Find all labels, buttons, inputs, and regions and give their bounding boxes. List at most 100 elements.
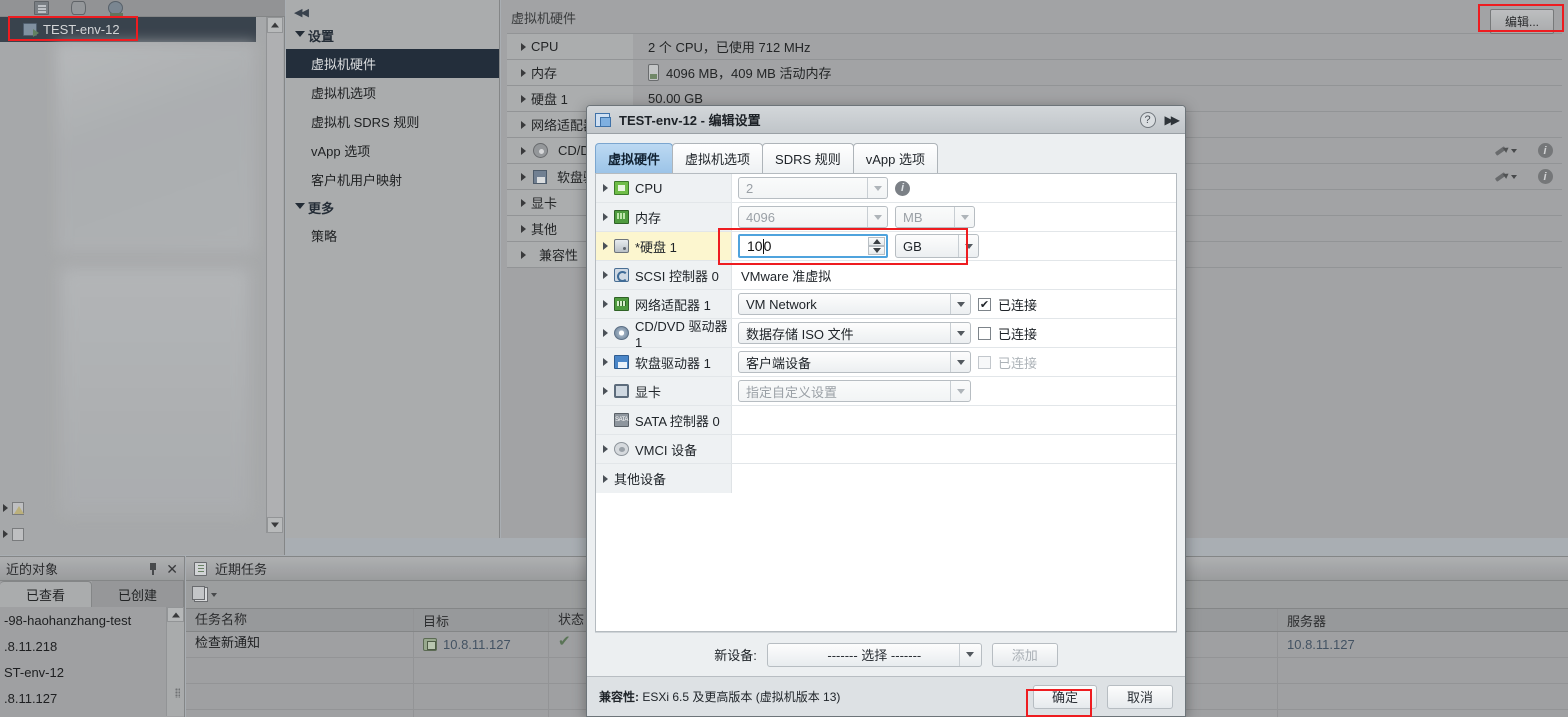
memory-size-select[interactable]: 4096 <box>738 206 888 228</box>
chevron-down-icon[interactable] <box>1510 174 1517 179</box>
expand-icon[interactable] <box>603 329 608 337</box>
expand-icon[interactable] <box>3 504 8 512</box>
cd-dvd-connected-checkbox[interactable] <box>978 326 991 340</box>
expand-icon[interactable] <box>521 198 526 207</box>
expand-icon[interactable] <box>521 224 526 233</box>
tree-row-item[interactable] <box>0 521 40 547</box>
info-action-cd[interactable]: i <box>1528 143 1562 158</box>
pencil-icon[interactable] <box>1494 170 1508 183</box>
expand-icon[interactable] <box>603 387 608 395</box>
info-icon[interactable]: i <box>1537 169 1553 184</box>
network-select[interactable]: VM Network <box>738 293 971 315</box>
sidebar-item-guest-user-mapping[interactable]: 客户机用户映射 <box>286 165 499 194</box>
expand-icon[interactable] <box>603 358 608 366</box>
chevron-down-icon[interactable] <box>958 643 981 666</box>
column-header-task-name[interactable]: 任务名称 <box>186 609 414 631</box>
tree-lower-items[interactable] <box>0 495 40 555</box>
copy-icon[interactable] <box>192 586 208 602</box>
column-header-server[interactable]: 服务器 <box>1278 611 1568 630</box>
memory-unit-select[interactable]: MB <box>895 206 975 228</box>
list-item[interactable]: .8.11.218 <box>0 633 184 659</box>
pencil-icon[interactable] <box>1494 144 1508 157</box>
edit-action-floppy[interactable] <box>1482 170 1528 183</box>
edit-action-cd[interactable] <box>1482 144 1528 157</box>
document-icon[interactable] <box>34 1 49 15</box>
info-icon[interactable]: i <box>895 180 910 196</box>
device-row-network-adapter-1[interactable]: 网络适配器 1 VM Network ✔ 已连接 <box>596 290 1176 319</box>
video-card-settings-select[interactable]: 指定自定义设置 <box>738 380 971 402</box>
table-row[interactable]: 内存 4096 MB，409 MB 活动内存 <box>507 60 1562 86</box>
expand-icon[interactable] <box>603 474 608 483</box>
expand-icon[interactable] <box>603 300 608 308</box>
tab-vapp-options[interactable]: vApp 选项 <box>852 143 939 173</box>
pin-icon[interactable] <box>148 562 158 575</box>
list-item[interactable]: ST-env-12 <box>0 659 184 685</box>
scroll-down-button[interactable] <box>267 517 283 533</box>
tab-virtual-hardware[interactable]: 虚拟硬件 <box>595 143 674 173</box>
sidebar-item-vapp-options[interactable]: vApp 选项 <box>286 136 499 165</box>
chevron-down-icon[interactable] <box>1510 148 1517 153</box>
expand-icon[interactable] <box>603 184 608 192</box>
tab-vm-options[interactable]: 虚拟机选项 <box>672 143 764 173</box>
add-device-button[interactable]: 添加 <box>991 642 1058 667</box>
device-row-scsi-controller-0[interactable]: SCSI 控制器 0 VMware 准虚拟 <box>596 261 1176 290</box>
expand-icon[interactable] <box>521 42 526 51</box>
floppy-source-select[interactable]: 客户端设备 <box>738 351 971 373</box>
chevron-down-icon[interactable] <box>954 207 974 227</box>
nav-group-more[interactable]: 更多 <box>286 194 499 221</box>
device-row-cd-dvd-drive-1[interactable]: CD/DVD 驱动器 1 数据存储 ISO 文件 已连接 <box>596 319 1176 350</box>
tab-created[interactable]: 已创建 <box>92 581 184 607</box>
close-icon[interactable]: ✕ <box>166 562 178 576</box>
chevron-down-icon[interactable] <box>950 323 970 343</box>
chevron-down-icon[interactable] <box>950 352 970 372</box>
chevron-down-icon[interactable] <box>950 294 970 314</box>
scroll-up-button[interactable] <box>167 607 184 622</box>
device-row-floppy-drive-1[interactable]: 软盘驱动器 1 客户端设备 已连接 <box>596 348 1176 377</box>
inventory-tree[interactable]: TEST-env-12 <box>0 17 285 555</box>
sidebar-item-vm-hardware[interactable]: 虚拟机硬件 <box>286 49 499 78</box>
device-row-cpu[interactable]: CPU 2 i <box>596 174 1176 203</box>
globe-icon[interactable] <box>108 1 123 16</box>
expand-icon[interactable] <box>603 213 608 221</box>
collapse-left-icon[interactable]: ◀◀ <box>294 6 309 19</box>
recent-objects-scrollbar[interactable] <box>166 607 184 716</box>
database-icon[interactable] <box>71 1 86 15</box>
network-connected-checkbox[interactable]: ✔ <box>978 297 991 311</box>
sidebar-item-vm-sdrs-rules[interactable]: 虚拟机 SDRS 规则 <box>286 107 499 136</box>
nav-group-settings[interactable]: 设置 <box>286 22 499 49</box>
cancel-button[interactable]: 取消 <box>1107 684 1173 709</box>
chevron-down-icon[interactable] <box>950 381 970 401</box>
expand-icon[interactable] <box>603 271 608 279</box>
tree-scrollbar[interactable] <box>266 17 283 533</box>
info-icon[interactable]: i <box>1537 143 1553 158</box>
chevron-down-icon[interactable] <box>211 592 217 597</box>
device-row-vmci[interactable]: VMCI 设备 <box>596 435 1176 464</box>
sidebar-item-policies[interactable]: 策略 <box>286 221 499 250</box>
resize-grip[interactable] <box>175 688 180 698</box>
cd-dvd-source-select[interactable]: 数据存储 ISO 文件 <box>738 322 971 344</box>
device-row-other-devices[interactable]: 其他设备 <box>596 464 1176 493</box>
device-row-video-card[interactable]: 显卡 指定自定义设置 <box>596 377 1176 406</box>
expand-right-icon[interactable]: ▶▶ <box>1165 113 1181 127</box>
help-icon[interactable]: ? <box>1139 111 1156 128</box>
tab-viewed[interactable]: 已查看 <box>0 581 92 607</box>
expand-icon[interactable] <box>603 242 608 250</box>
expand-icon[interactable] <box>521 94 526 103</box>
expand-icon[interactable] <box>603 445 608 453</box>
expand-icon[interactable] <box>521 120 526 129</box>
scroll-up-button[interactable] <box>267 17 283 33</box>
chevron-down-icon[interactable] <box>867 178 887 198</box>
table-row[interactable]: CPU 2 个 CPU，已使用 712 MHz <box>507 34 1562 60</box>
expand-icon[interactable] <box>521 68 526 77</box>
info-action-floppy[interactable]: i <box>1528 169 1562 184</box>
list-item[interactable]: -98-haohanzhang-test <box>0 607 184 633</box>
sidebar-item-vm-options[interactable]: 虚拟机选项 <box>286 78 499 107</box>
chevron-down-icon[interactable] <box>867 207 887 227</box>
cpu-select[interactable]: 2 <box>738 177 888 199</box>
new-device-select[interactable]: ------- 选择 ------- <box>766 642 982 667</box>
device-row-sata-controller-0[interactable]: SATA SATA 控制器 0 <box>596 406 1176 435</box>
tab-sdrs-rules[interactable]: SDRS 规则 <box>762 143 854 173</box>
list-item[interactable]: .8.11.127 <box>0 685 184 711</box>
column-header-target[interactable]: 目标 <box>414 609 549 631</box>
expand-icon[interactable] <box>3 530 8 538</box>
